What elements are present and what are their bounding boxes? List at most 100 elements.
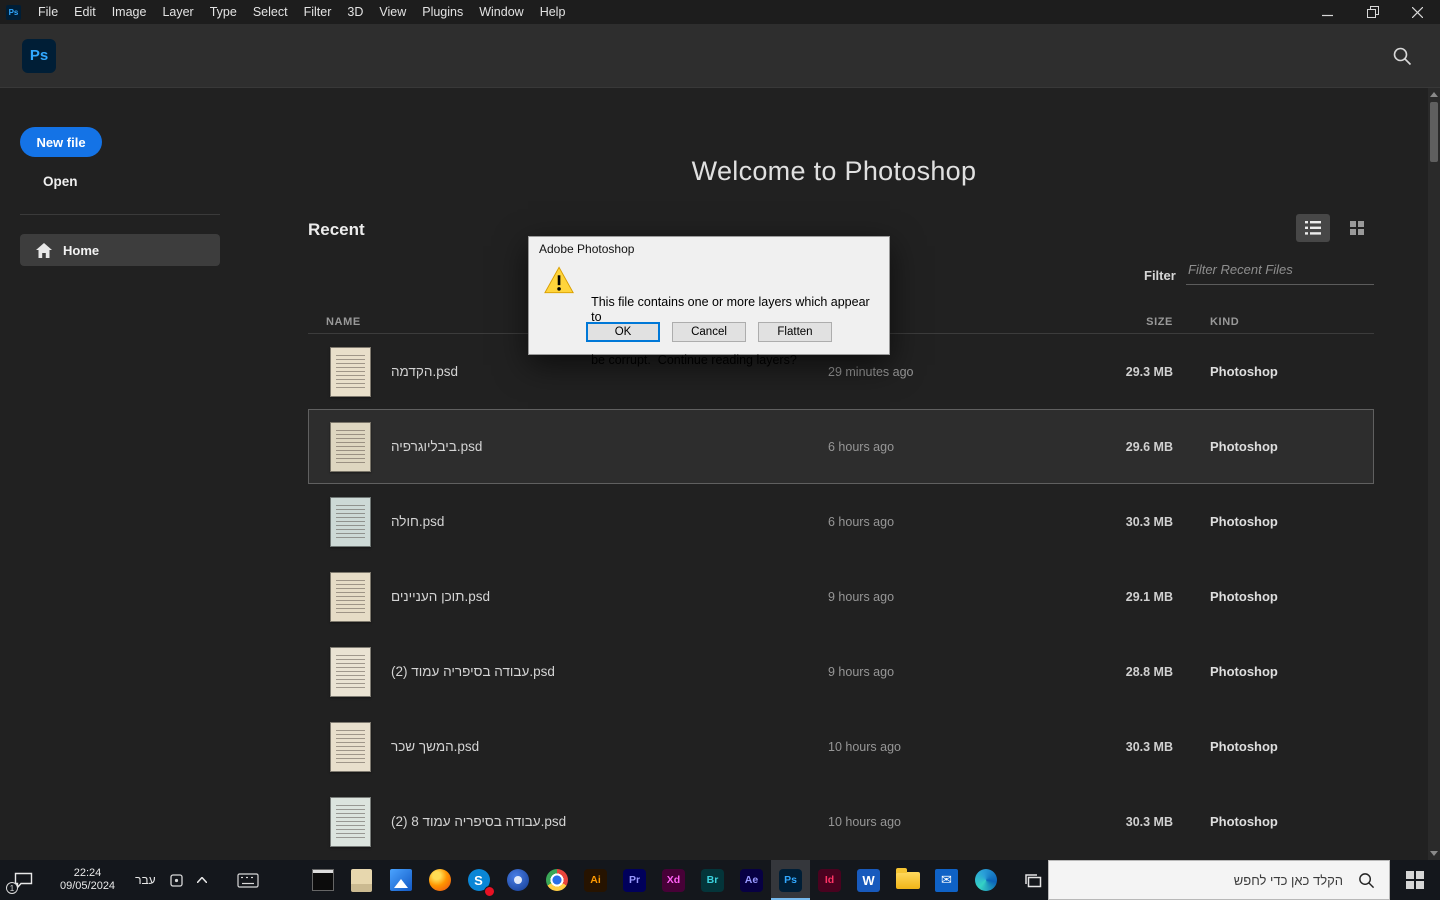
file-name: עבודה בסיפריה עמוד 8 (2).psd — [391, 814, 567, 829]
menu-image[interactable]: Image — [104, 0, 155, 24]
keyboard-icon — [237, 872, 259, 888]
file-kind: Photoshop — [1210, 439, 1278, 454]
sidebar-divider — [20, 214, 220, 215]
file-size: 30.3 MB — [1125, 814, 1173, 829]
close-button[interactable] — [1395, 0, 1440, 24]
menu-filter[interactable]: Filter — [296, 0, 340, 24]
clock-time: 22:24 — [73, 867, 102, 879]
new-file-button[interactable]: New file — [20, 127, 102, 157]
cmd-icon[interactable] — [303, 860, 342, 900]
close-icon — [1412, 6, 1423, 18]
cancel-button[interactable]: Cancel — [672, 322, 746, 342]
taskbar-search-input[interactable] — [1049, 861, 1389, 899]
menu-bar: Ps File Edit Image Layer Type Select Fil… — [0, 0, 1440, 24]
file-row[interactable]: ביבליוגרפיה.psd 6 hours ago 29.6 MB Phot… — [308, 409, 1374, 484]
indesign-icon[interactable]: Id — [810, 860, 849, 900]
premiere-icon[interactable]: Pr — [615, 860, 654, 900]
xd-icon[interactable]: Xd — [654, 860, 693, 900]
file-size: 28.8 MB — [1125, 664, 1173, 679]
file-thumbnail — [330, 571, 371, 622]
file-thumbnail — [330, 721, 371, 772]
windows-logo-icon — [1406, 871, 1424, 889]
ok-button[interactable]: OK — [586, 322, 660, 342]
menu-file[interactable]: File — [30, 0, 66, 24]
grid-view-icon — [1350, 221, 1364, 235]
menu-window[interactable]: Window — [471, 0, 531, 24]
view-toggles — [1296, 214, 1374, 242]
photos-app-icon[interactable] — [381, 860, 420, 900]
filter-input[interactable] — [1186, 258, 1374, 285]
language-indicator[interactable]: עבר — [135, 873, 156, 887]
taskbar-search[interactable] — [1048, 860, 1390, 900]
file-last-opened: 6 hours ago — [828, 514, 895, 529]
skype-notification-badge — [484, 886, 495, 897]
file-kind: Photoshop — [1210, 664, 1278, 679]
file-name: עבודה בסיפריה עמוד (2).psd — [391, 664, 555, 679]
system-tray: 1 22:24 09/05/2024 עבר — [0, 860, 259, 900]
file-thumbnail — [330, 346, 371, 397]
recent-heading: Recent — [308, 220, 365, 239]
file-last-opened: 10 hours ago — [828, 739, 901, 754]
file-kind: Photoshop — [1210, 514, 1278, 529]
menu-view[interactable]: View — [371, 0, 414, 24]
action-center-button[interactable]: 1 — [6, 869, 34, 894]
dialog-title: Adobe Photoshop — [539, 242, 635, 256]
firefox-icon[interactable] — [420, 860, 459, 900]
grid-view-button[interactable] — [1340, 214, 1374, 242]
start-button[interactable] — [1390, 860, 1440, 900]
restore-button[interactable] — [1350, 0, 1395, 24]
flatten-button[interactable]: Flatten — [758, 322, 832, 342]
file-thumbnail — [330, 796, 371, 847]
task-view-button[interactable] — [1013, 860, 1052, 900]
file-explorer-icon[interactable] — [888, 860, 927, 900]
after-effects-icon[interactable]: Ae — [732, 860, 771, 900]
notes-app-icon[interactable] — [342, 860, 381, 900]
blue-app-icon[interactable] — [498, 860, 537, 900]
menu-layer[interactable]: Layer — [154, 0, 201, 24]
minimize-button[interactable] — [1305, 0, 1350, 24]
file-row[interactable]: עבודה בסיפריה עמוד 8 (2).psd 10 hours ag… — [308, 784, 1374, 859]
file-name: חולה.psd — [391, 514, 445, 529]
taskbar-clock[interactable]: 22:24 09/05/2024 — [60, 867, 115, 893]
menu-3d[interactable]: 3D — [339, 0, 371, 24]
menu-type[interactable]: Type — [202, 0, 245, 24]
restore-icon — [1366, 6, 1379, 18]
tray-app-icon[interactable] — [169, 873, 183, 887]
file-last-opened: 10 hours ago — [828, 814, 901, 829]
home-label: Home — [63, 242, 100, 258]
photoshop-taskbar-icon[interactable]: Ps — [771, 860, 810, 900]
file-size: 29.6 MB — [1125, 439, 1173, 454]
bridge-icon[interactable]: Br — [693, 860, 732, 900]
menu-edit[interactable]: Edit — [66, 0, 104, 24]
corrupt-layers-dialog: Adobe Photoshop This file contains one o… — [528, 236, 890, 367]
list-view-button[interactable] — [1296, 214, 1330, 242]
chevron-up-icon — [196, 877, 207, 883]
skype-icon[interactable]: S — [459, 860, 498, 900]
column-kind: KIND — [1210, 315, 1240, 328]
search-icon[interactable] — [1392, 46, 1412, 71]
scroll-up-arrow-icon[interactable] — [1430, 92, 1438, 97]
hidden-icons-chevron[interactable] — [196, 877, 207, 883]
scrollbar-thumb[interactable] — [1430, 102, 1438, 162]
file-size: 30.3 MB — [1125, 739, 1173, 754]
sidebar-item-home[interactable]: Home — [20, 234, 220, 266]
menu-select[interactable]: Select — [245, 0, 296, 24]
vertical-scrollbar[interactable] — [1428, 88, 1440, 860]
sidebar: New file Open Home — [0, 88, 240, 860]
open-button[interactable]: Open — [43, 174, 240, 191]
file-row[interactable]: המשך שכר.psd 10 hours ago 30.3 MB Photos… — [308, 709, 1374, 784]
scroll-down-arrow-icon[interactable] — [1430, 851, 1438, 856]
edge-icon[interactable] — [966, 860, 1005, 900]
file-row[interactable]: חולה.psd 6 hours ago 30.3 MB Photoshop — [308, 484, 1374, 559]
word-icon[interactable]: W — [849, 860, 888, 900]
illustrator-icon[interactable]: Ai — [576, 860, 615, 900]
touch-keyboard-button[interactable] — [237, 872, 259, 888]
menu-plugins[interactable]: Plugins — [414, 0, 471, 24]
file-kind: Photoshop — [1210, 364, 1278, 379]
file-row[interactable]: עבודה בסיפריה עמוד (2).psd 9 hours ago 2… — [308, 634, 1374, 709]
mail-icon[interactable]: ✉ — [927, 860, 966, 900]
chrome-icon[interactable] — [537, 860, 576, 900]
file-row[interactable]: תוכן העניינים.psd 9 hours ago 29.1 MB Ph… — [308, 559, 1374, 634]
menu-help[interactable]: Help — [532, 0, 574, 24]
clock-date: 09/05/2024 — [60, 880, 116, 892]
